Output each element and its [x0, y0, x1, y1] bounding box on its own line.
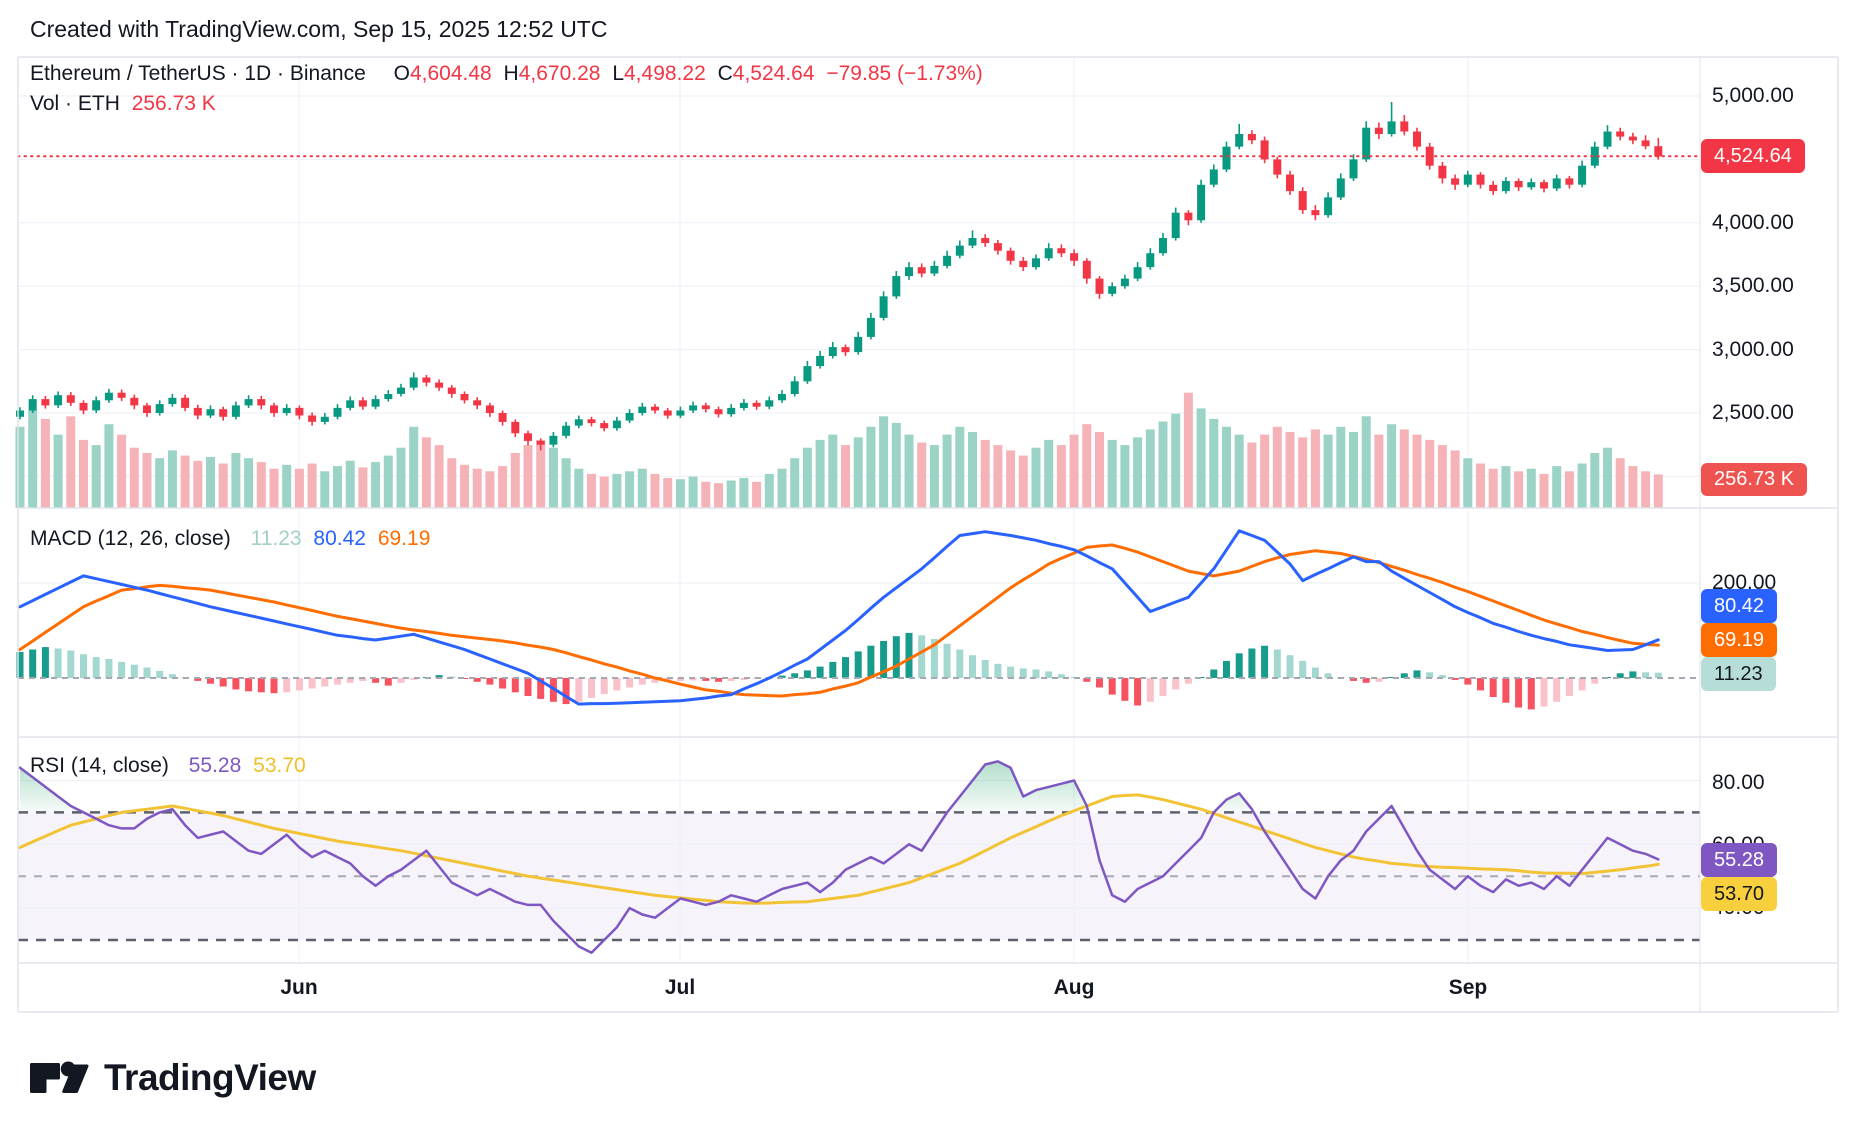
macd-legend: MACD (12, 26, close) 11.23 80.42 69.19: [30, 527, 436, 551]
price-tick-4000: 4,000.00: [1712, 211, 1794, 235]
symbol-title: Ethereum / TetherUS · 1D · Binance: [30, 62, 366, 85]
month-label-jun[interactable]: Jun: [280, 976, 317, 1000]
close-value: 4,524.64: [733, 62, 815, 85]
rsi-value: 55.28: [189, 754, 242, 777]
rsi-value-badge: 55.28: [1701, 843, 1777, 877]
watermark-note: Created with TradingView.com, Sep 15, 20…: [30, 16, 607, 43]
last-price-badge: 4,524.64: [1701, 139, 1805, 173]
high-label: H: [504, 62, 519, 85]
macd-title: MACD (12, 26, close): [30, 527, 231, 550]
rsi-legend: RSI (14, close) 55.28 53.70: [30, 754, 312, 778]
open-value: 4,604.48: [410, 62, 492, 85]
tradingview-logo[interactable]: TradingView: [30, 1056, 316, 1100]
change-value: −79.85 (−1.73%): [826, 62, 982, 85]
macd-value-badge: 80.42: [1701, 589, 1777, 623]
price-tick-3500: 3,500.00: [1712, 274, 1794, 298]
month-label-jul[interactable]: Jul: [665, 976, 695, 1000]
price-tick-2500: 2,500.00: [1712, 401, 1794, 425]
high-value: 4,670.28: [519, 62, 601, 85]
low-label: L: [612, 62, 624, 85]
open-label: O: [394, 62, 410, 85]
low-value: 4,498.22: [624, 62, 706, 85]
symbol-legend: Ethereum / TetherUS · 1D · Binance O4,60…: [30, 62, 989, 86]
macd-signal-value: 69.19: [378, 527, 431, 550]
volume-value: 256.73 K: [132, 92, 216, 115]
price-macd-rsi-chart[interactable]: [0, 0, 1856, 1136]
tradingview-logo-icon: [30, 1056, 90, 1100]
month-label-sep[interactable]: Sep: [1449, 976, 1488, 1000]
macd-hist-value: 11.23: [251, 527, 302, 550]
rsi-tick-80: 80.00: [1712, 771, 1765, 795]
rsi-ma-value: 53.70: [253, 754, 306, 777]
macd-line-value: 80.42: [313, 527, 366, 550]
macd-hist-badge: 11.23: [1701, 657, 1776, 691]
close-label: C: [718, 62, 733, 85]
volume-legend: Vol · ETH 256.73 K: [30, 92, 222, 116]
rsi-ma-badge: 53.70: [1701, 877, 1777, 911]
month-label-aug[interactable]: Aug: [1054, 976, 1095, 1000]
volume-badge: 256.73 K: [1701, 463, 1807, 496]
tradingview-logo-text: TradingView: [104, 1057, 316, 1099]
volume-label: Vol · ETH: [30, 92, 120, 115]
price-tick-3000: 3,000.00: [1712, 338, 1794, 362]
macd-signal-badge: 69.19: [1701, 623, 1777, 657]
rsi-title: RSI (14, close): [30, 754, 169, 777]
price-tick-5000: 5,000.00: [1712, 84, 1794, 108]
